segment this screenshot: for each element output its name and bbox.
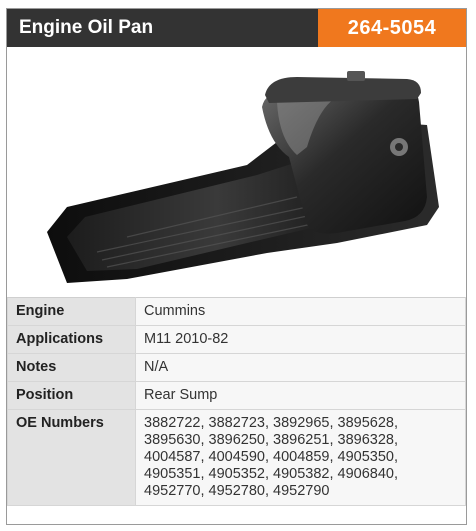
spec-value: N/A <box>135 353 466 382</box>
product-header: Engine Oil Pan 264-5054 <box>7 9 466 47</box>
spec-row-oe-numbers: OE Numbers 3882722, 3882723, 3892965, 38… <box>7 409 466 506</box>
spec-table: Engine Cummins Applications M11 2010-82 … <box>7 297 466 506</box>
product-image <box>7 47 466 297</box>
spec-label: Applications <box>7 325 136 354</box>
spec-value: Rear Sump <box>135 381 466 410</box>
spec-label: Notes <box>7 353 136 382</box>
spec-label: Position <box>7 381 136 410</box>
oil-pan-image <box>47 71 439 283</box>
spec-label: Engine <box>7 297 136 326</box>
spec-value: Cummins <box>135 297 466 326</box>
part-number: 264-5054 <box>318 9 466 47</box>
spec-row-applications: Applications M11 2010-82 <box>7 325 466 354</box>
spec-row-position: Position Rear Sump <box>7 381 466 410</box>
product-card: Engine Oil Pan 264-5054 Engine Cummins A… <box>6 8 467 525</box>
product-title: Engine Oil Pan <box>7 9 318 47</box>
spec-value: 3882722, 3882723, 3892965, 3895628, 3895… <box>135 409 466 506</box>
spec-value: M11 2010-82 <box>135 325 466 354</box>
spec-row-notes: Notes N/A <box>7 353 466 382</box>
spec-row-engine: Engine Cummins <box>7 297 466 326</box>
spec-label: OE Numbers <box>7 409 136 506</box>
